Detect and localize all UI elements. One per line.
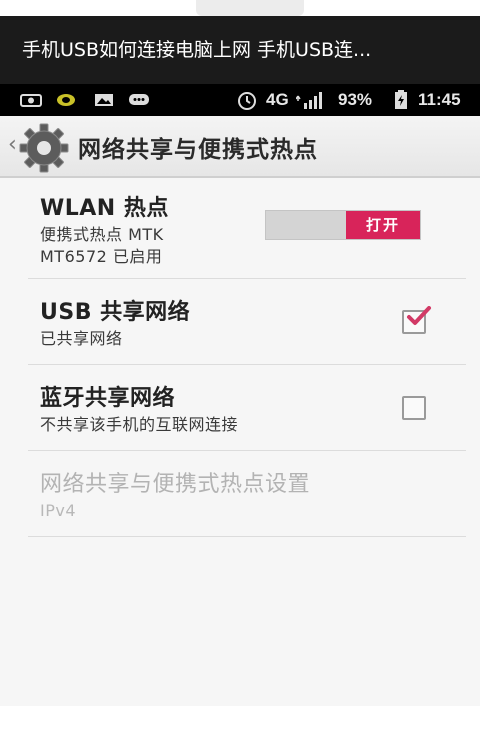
back-chevron-icon[interactable]: ‹ — [8, 132, 17, 157]
alarm-icon — [238, 92, 256, 110]
bluetooth-tethering-row[interactable]: 蓝牙共享网络 不共享该手机的互联网连接 — [28, 364, 466, 451]
image-icon — [95, 94, 113, 106]
status-bar: 4G 93% 11:45 — [0, 84, 480, 116]
usb-tethering-title: USB 共享网络 — [40, 300, 191, 325]
bluetooth-tethering-checkbox[interactable] — [402, 396, 426, 420]
action-bar: ‹ 网络共享与便携式热点 — [0, 116, 480, 178]
usb-tethering-checkbox[interactable] — [402, 306, 431, 334]
page-title: 网络共享与便携式热点 — [78, 137, 318, 163]
network-type: 4G — [266, 90, 289, 109]
status-dot-icon — [57, 94, 75, 106]
wlan-hotspot-subtitle: 便携式热点 MTK MT6572 已启用 — [40, 224, 164, 268]
tethering-settings-title: 网络共享与便携式热点设置 — [40, 472, 311, 497]
wlan-hotspot-subtitle-line: 便携式热点 MTK — [40, 225, 164, 244]
signal-bars-icon — [296, 92, 322, 109]
tethering-settings-subtitle: IPv4 — [40, 501, 77, 520]
bluetooth-tethering-subtitle: 不共享该手机的互联网连接 — [40, 415, 239, 434]
battery-percent: 93% — [338, 90, 373, 109]
checkmark-icon — [407, 306, 431, 325]
usb-tethering-subtitle: 已共享网络 — [40, 329, 123, 348]
usb-tethering-row[interactable]: USB 共享网络 已共享网络 — [28, 278, 466, 365]
wlan-hotspot-toggle[interactable]: 打开 — [265, 210, 421, 240]
video-title: 手机USB如何连接电脑上网 手机USB连... — [0, 16, 480, 84]
wlan-hotspot-row[interactable]: WLAN 热点 便携式热点 MTK MT6572 已启用 打开 — [28, 178, 466, 279]
tethering-settings-row: 网络共享与便携式热点设置 IPv4 — [28, 450, 466, 537]
toggle-on-label: 打开 — [346, 211, 420, 239]
bottom-letterbox — [0, 706, 480, 738]
wlan-hotspot-title: WLAN 热点 — [40, 196, 169, 221]
camera-icon — [20, 94, 42, 107]
bluetooth-tethering-title: 蓝牙共享网络 — [40, 386, 176, 411]
chat-icon — [129, 94, 149, 105]
clock: 11:45 — [418, 90, 461, 109]
top-letterbox — [0, 0, 480, 16]
settings-list: WLAN 热点 便携式热点 MTK MT6572 已启用 打开 USB 共享网络… — [0, 178, 480, 738]
battery-icon — [395, 90, 407, 109]
wlan-hotspot-subtitle-line: MT6572 已启用 — [40, 247, 163, 266]
settings-gear-icon[interactable] — [18, 122, 70, 174]
video-notch — [196, 0, 304, 16]
